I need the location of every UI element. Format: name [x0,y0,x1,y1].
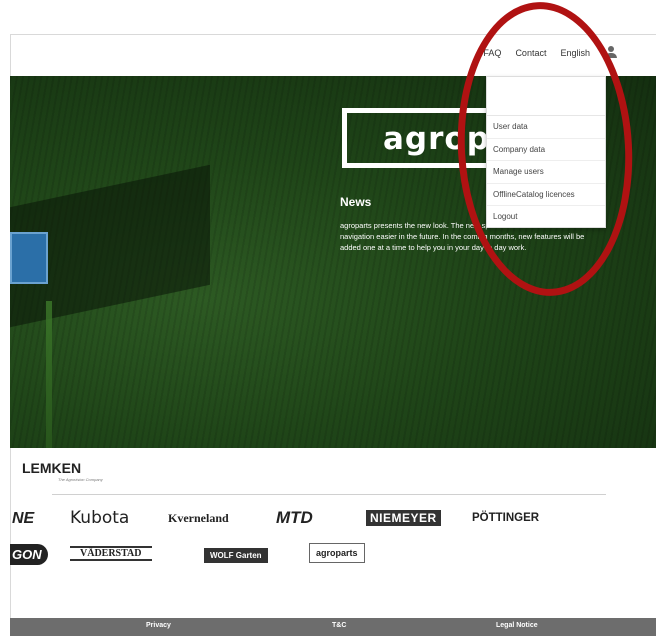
brand-ne[interactable]: NE [12,510,34,528]
brand-lemken[interactable]: LEMKEN [22,460,81,476]
top-nav: FAQ Contact English [483,46,618,60]
language-selector[interactable]: English [560,48,590,58]
brand-agroparts[interactable]: agroparts [309,543,365,563]
nav-contact-link[interactable]: Contact [515,48,546,58]
menu-item-company-data[interactable]: Company data [487,139,605,161]
menu-item-manage-users[interactable]: Manage users [487,161,605,184]
user-icon[interactable] [604,46,618,60]
footer-legal-notice-link[interactable]: Legal Notice [496,622,538,629]
brand-wolf-garten[interactable]: WOLF Garten [204,548,268,563]
page: FAQ Contact English agroparts News agrop… [0,0,656,636]
menu-item-logout[interactable]: Logout [487,206,605,229]
brand-mtd[interactable]: MTD [276,508,313,528]
menu-item-offline-catalog-licences[interactable]: OfflineCatalog licences [487,184,605,206]
brand-lemken-tagline: The Agrovision Company [58,477,103,482]
menu-item-user-data[interactable]: User data [487,116,605,139]
brand-vaderstad[interactable]: VÄDERSTAD [70,546,152,561]
brand-pottinger[interactable]: PÖTTINGER [472,512,539,524]
tractor-image [10,232,48,284]
footer-tc-link[interactable]: T&C [332,622,346,629]
brand-kverneland[interactable]: Kverneland [168,511,229,526]
user-dropdown-menu: User data Company data Manage users Offl… [486,76,606,228]
dropdown-header [487,77,605,116]
user-icon-body [605,53,617,58]
field-track [46,301,52,448]
brands-divider [52,494,606,495]
user-icon-head [608,46,614,52]
nav-faq-link[interactable]: FAQ [483,48,501,58]
brand-gon[interactable]: GON [10,544,48,565]
footer-privacy-link[interactable]: Privacy [146,622,171,629]
footer: Privacy T&C Legal Notice [10,618,656,636]
brand-niemeyer[interactable]: NIEMEYER [366,510,441,526]
news-title: News [340,195,372,209]
brand-kubota[interactable]: Kubota [70,508,129,528]
